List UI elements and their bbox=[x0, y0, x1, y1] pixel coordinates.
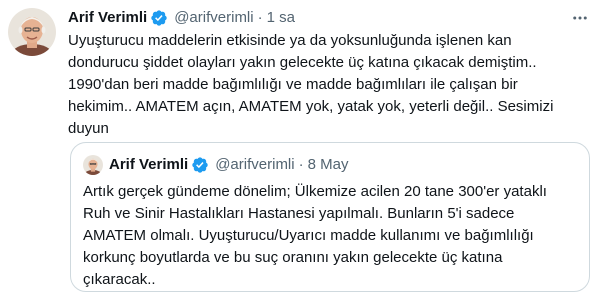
quoted-author-name: Arif Verimli bbox=[109, 156, 189, 173]
quoted-tweet-header: Arif Verimli @arifverimli · 8 May bbox=[83, 155, 348, 175]
more-options-icon[interactable] bbox=[570, 10, 590, 26]
author-avatar[interactable] bbox=[8, 8, 56, 56]
tweet-header: Arif Verimli @arifverimli · 1 sa bbox=[68, 8, 295, 28]
quoted-author-avatar bbox=[83, 155, 103, 175]
quoted-tweet-timestamp: 8 May bbox=[307, 156, 349, 173]
verified-badge-icon bbox=[150, 9, 168, 27]
tweet[interactable]: Arif Verimli @arifverimli · 1 sa Uyuştur… bbox=[0, 0, 604, 297]
author-name[interactable]: Arif Verimli bbox=[68, 8, 147, 28]
quoted-tweet[interactable]: Arif Verimli @arifverimli · 8 May Artık … bbox=[70, 142, 590, 292]
quoted-verified-badge-icon bbox=[191, 156, 209, 174]
tweet-timestamp[interactable]: 1 sa bbox=[267, 8, 295, 28]
quoted-separator-dot: · bbox=[298, 156, 304, 173]
tweet-text: Uyuşturucu maddelerin etkisinde ya da yo… bbox=[68, 32, 554, 137]
quoted-author-handle: @arifverimli bbox=[215, 156, 295, 173]
separator-dot: · bbox=[257, 9, 263, 26]
quoted-tweet-text: Artık gerçek gündeme dönelim; Ülkemize a… bbox=[83, 183, 547, 288]
author-handle[interactable]: @arifverimli bbox=[174, 8, 253, 28]
